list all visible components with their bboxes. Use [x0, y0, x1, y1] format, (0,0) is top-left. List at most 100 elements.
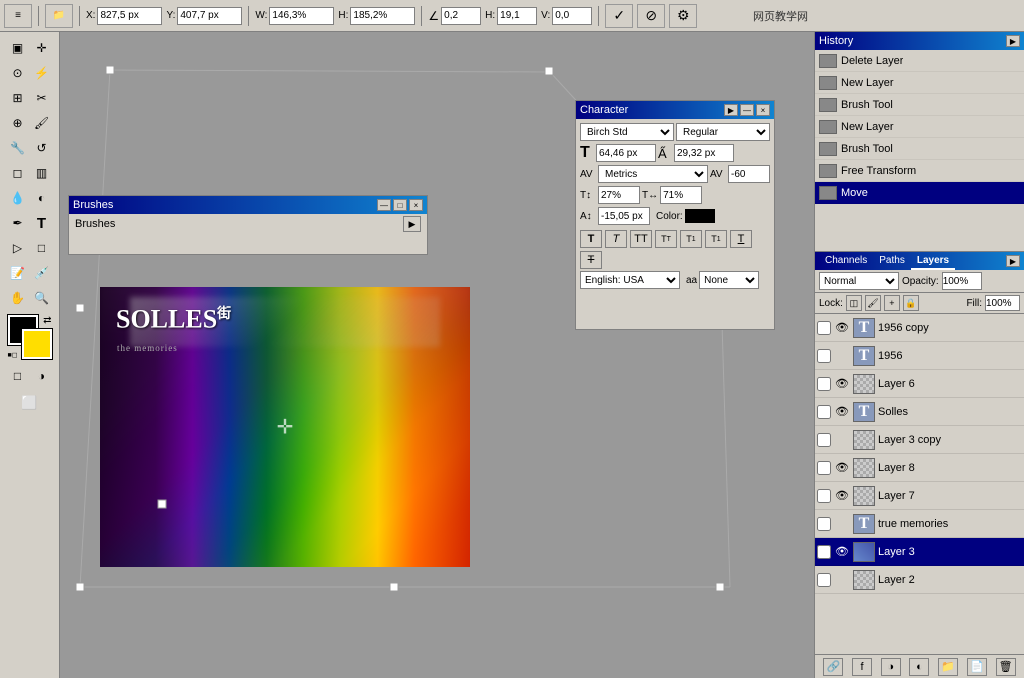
smallcaps-style-btn[interactable]: TT — [655, 230, 677, 248]
eraser-tool[interactable]: ◻ — [6, 161, 29, 185]
angle-input[interactable] — [441, 7, 481, 25]
eyedropper-tool[interactable]: 💉 — [30, 261, 53, 285]
superscript-style-btn[interactable]: T1 — [680, 230, 702, 248]
text-color-swatch[interactable] — [685, 209, 715, 223]
layers-tab-paths[interactable]: Paths — [873, 253, 911, 270]
layer-visibility-icon[interactable] — [834, 348, 850, 364]
layer-checkbox[interactable] — [817, 433, 831, 447]
layer-checkbox[interactable] — [817, 489, 831, 503]
toolbar-menu-btn[interactable]: ≡ — [4, 4, 32, 28]
clone-stamp-tool[interactable]: 🔧 — [6, 136, 29, 160]
add-mask-btn[interactable]: ◑ — [881, 658, 901, 676]
vert-scale-input[interactable] — [598, 186, 640, 204]
layer-checkbox[interactable] — [817, 545, 831, 559]
h2-input[interactable] — [497, 7, 537, 25]
brushes-minimize-btn[interactable]: — — [377, 199, 391, 211]
subscript-style-btn[interactable]: T1 — [705, 230, 727, 248]
brush-tool[interactable]: 🖌 — [30, 111, 53, 135]
healing-brush-tool[interactable]: ⊕ — [6, 111, 29, 135]
crop-tool[interactable]: ⊞ — [6, 86, 29, 110]
layer-checkbox[interactable] — [817, 573, 831, 587]
allcaps-style-btn[interactable]: TT — [630, 230, 652, 248]
layer-checkbox[interactable] — [817, 461, 831, 475]
brushes-close-btn[interactable]: × — [409, 199, 423, 211]
layer-item[interactable]: Layer 3 copy — [815, 426, 1024, 454]
gradient-tool[interactable]: ▥ — [30, 161, 53, 185]
layers-options-btn[interactable]: ▶ — [1006, 255, 1020, 267]
layer-checkbox[interactable] — [817, 405, 831, 419]
lasso-tool[interactable]: ⊙ — [6, 61, 29, 85]
y-input[interactable] — [177, 7, 242, 25]
quick-mask-btn[interactable]: ◑ — [30, 364, 53, 388]
history-brush-tool[interactable]: ↺ — [30, 136, 53, 160]
rectangular-marquee-tool[interactable]: ▣ — [6, 36, 29, 60]
character-minimize-btn[interactable]: — — [740, 104, 754, 116]
lock-position-btn[interactable]: + — [884, 295, 900, 311]
delete-layer-btn[interactable]: 🗑 — [996, 658, 1016, 676]
character-options-btn[interactable]: ▶ — [724, 104, 738, 116]
warp-btn[interactable]: ⚙ — [669, 4, 697, 28]
layer-visibility-icon[interactable]: 👁 — [834, 488, 850, 504]
magic-wand-tool[interactable]: ⚡ — [30, 61, 53, 85]
cancel-transform-btn[interactable]: ⊘ — [637, 4, 665, 28]
dodge-tool[interactable]: ◐ — [30, 186, 53, 210]
layer-checkbox[interactable] — [817, 517, 831, 531]
layer-item[interactable]: 👁TSolles — [815, 398, 1024, 426]
history-item[interactable]: New Layer — [815, 72, 1024, 94]
font-size-input[interactable] — [596, 144, 656, 162]
blur-tool[interactable]: 💧 — [6, 186, 29, 210]
layer-item[interactable]: 👁Layer 8 — [815, 454, 1024, 482]
new-group-btn[interactable]: 📁 — [938, 658, 958, 676]
layer-visibility-icon[interactable] — [834, 516, 850, 532]
history-item[interactable]: Delete Layer — [815, 50, 1024, 72]
lock-image-btn[interactable]: 🖌 — [865, 295, 881, 311]
layer-checkbox[interactable] — [817, 377, 831, 391]
layers-tab-channels[interactable]: Channels — [819, 253, 873, 270]
history-item[interactable]: Free Transform — [815, 160, 1024, 182]
layer-item[interactable]: 👁Layer 6 — [815, 370, 1024, 398]
standard-mode-btn[interactable]: □ — [6, 364, 29, 388]
layer-item[interactable]: 👁T1956 copy — [815, 314, 1024, 342]
character-close-btn[interactable]: × — [756, 104, 770, 116]
underline-style-btn[interactable]: T — [730, 230, 752, 248]
bold-style-btn[interactable]: T — [580, 230, 602, 248]
move-tool[interactable]: ✛ — [30, 36, 53, 60]
hand-tool[interactable]: ✋ — [6, 286, 29, 310]
new-adjustment-btn[interactable]: ◐ — [909, 658, 929, 676]
history-item[interactable]: Move — [815, 182, 1024, 204]
history-item[interactable]: Brush Tool — [815, 94, 1024, 116]
opacity-input[interactable] — [942, 272, 982, 290]
layer-checkbox[interactable] — [817, 321, 831, 335]
leading-input[interactable] — [674, 144, 734, 162]
font-style-select[interactable]: Regular — [676, 123, 770, 141]
shape-tool[interactable]: □ — [30, 236, 53, 260]
layer-item[interactable]: Layer 2 — [815, 566, 1024, 594]
layer-visibility-icon[interactable]: 👁 — [834, 404, 850, 420]
layers-tab-layers[interactable]: Layers — [911, 253, 955, 270]
layer-checkbox[interactable] — [817, 349, 831, 363]
baseline-input[interactable] — [598, 207, 650, 225]
layer-styles-btn[interactable]: f — [852, 658, 872, 676]
anti-alias-select[interactable]: None — [699, 271, 759, 289]
history-item[interactable]: Brush Tool — [815, 138, 1024, 160]
lock-all-btn[interactable]: 🔒 — [903, 295, 919, 311]
lock-transparent-btn[interactable]: ◫ — [846, 295, 862, 311]
history-item[interactable]: New Layer — [815, 116, 1024, 138]
horiz-scale-input[interactable] — [660, 186, 702, 204]
toolbar-file-btn[interactable]: 📁 — [45, 4, 73, 28]
layer-visibility-icon[interactable]: 👁 — [834, 376, 850, 392]
tracking-input[interactable] — [728, 165, 770, 183]
fill-input[interactable] — [985, 295, 1020, 311]
font-family-select[interactable]: Birch Std — [580, 123, 674, 141]
w-input[interactable] — [269, 7, 334, 25]
brushes-maximize-btn[interactable]: □ — [393, 199, 407, 211]
new-layer-btn[interactable]: 📄 — [967, 658, 987, 676]
h-input[interactable] — [350, 7, 415, 25]
italic-style-btn[interactable]: T — [605, 230, 627, 248]
zoom-tool[interactable]: 🔍 — [30, 286, 53, 310]
type-tool[interactable]: T — [30, 211, 53, 235]
layer-visibility-icon[interactable]: 👁 — [834, 320, 850, 336]
blend-mode-select[interactable]: Normal — [819, 272, 899, 290]
layer-item[interactable]: T1956 — [815, 342, 1024, 370]
reset-colors-icon[interactable]: ■◻ — [8, 351, 18, 359]
